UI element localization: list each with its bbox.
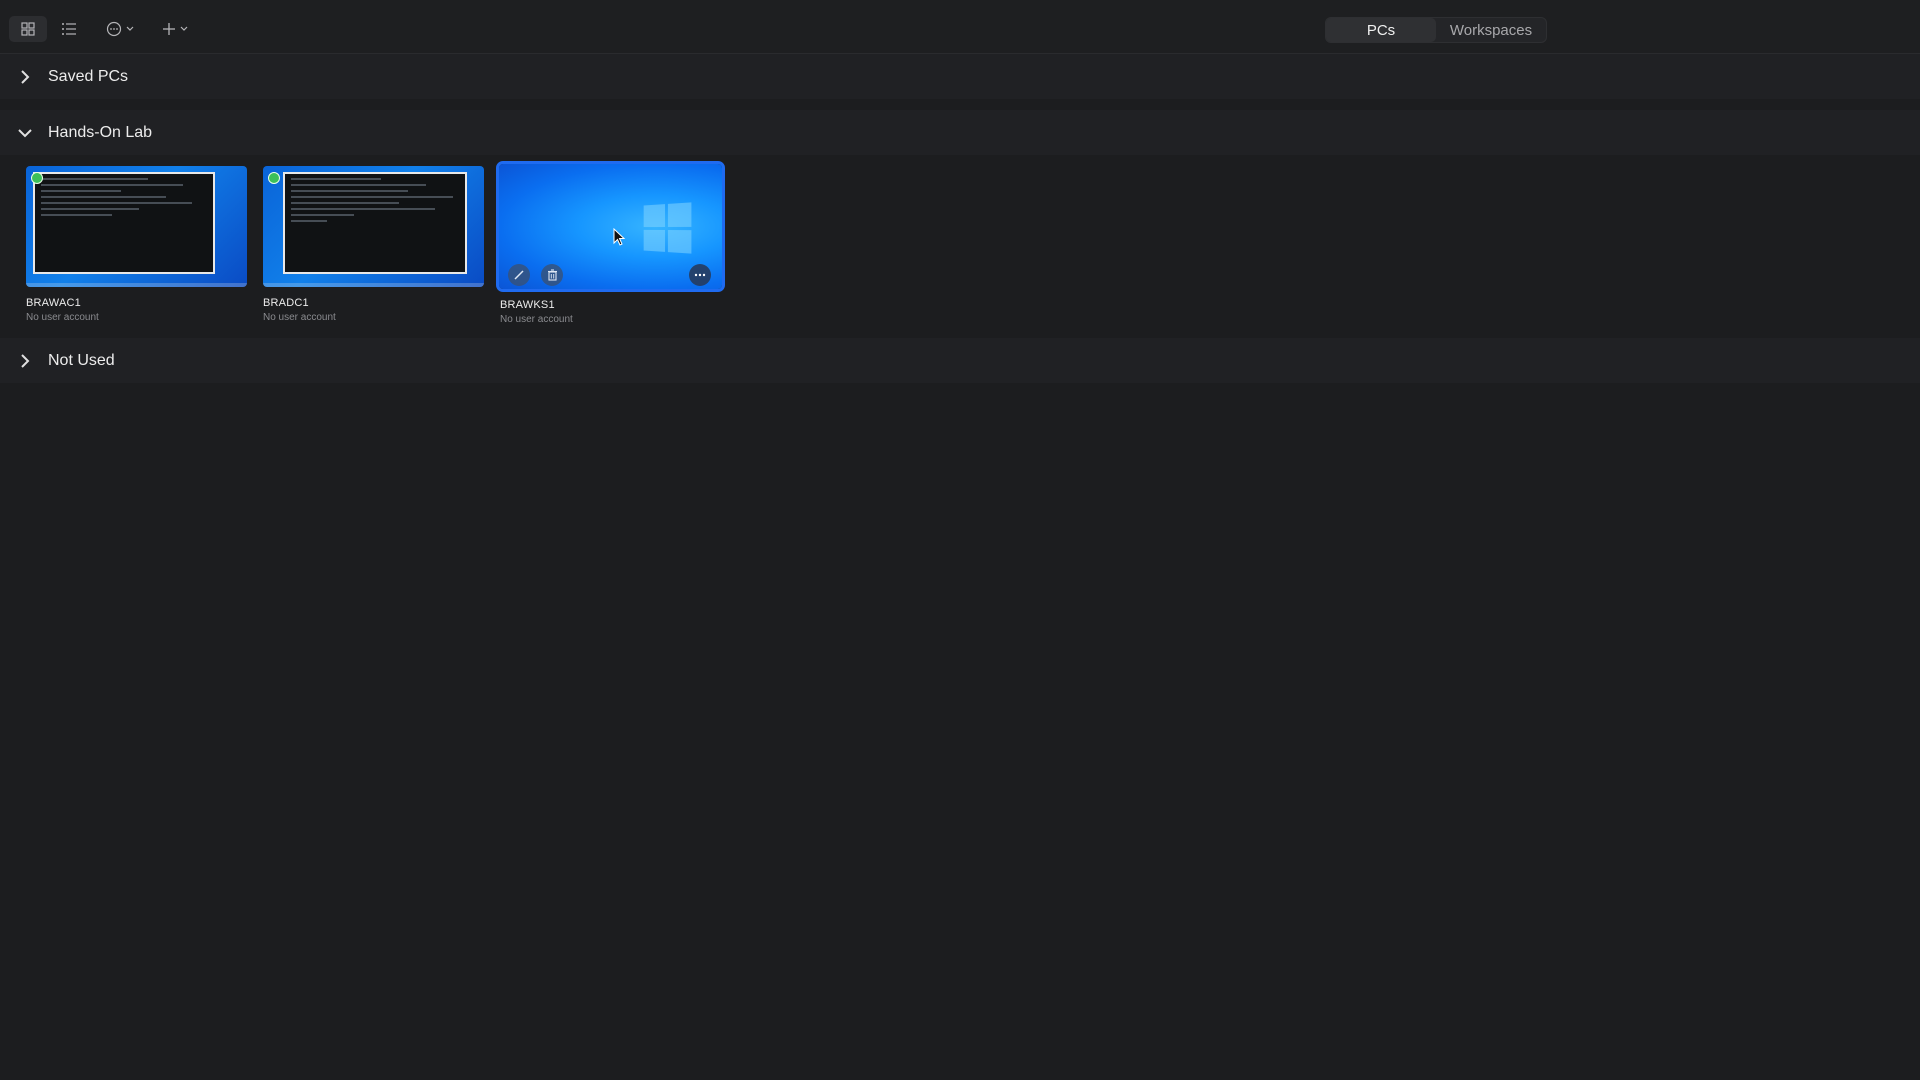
pc-account: No user account — [26, 312, 99, 323]
pc-thumbnail[interactable] — [26, 166, 247, 287]
add-icon — [163, 23, 175, 35]
more-options-icon — [106, 21, 122, 37]
toolbar: PCs Workspaces — [0, 0, 1920, 54]
edit-button[interactable] — [508, 264, 530, 286]
taskbar-preview — [263, 283, 484, 287]
chevron-down-icon — [180, 26, 188, 31]
pc-tile-brawks1[interactable]: BRAWKS1 No user account — [496, 161, 725, 325]
section-title: Not Used — [48, 351, 115, 369]
pc-thumbnail[interactable] — [263, 166, 484, 287]
pc-name: BRAWAC1 — [26, 297, 81, 309]
chevron-right-icon — [18, 353, 32, 368]
pc-thumbnail[interactable] — [496, 161, 725, 292]
pc-name: BRAWKS1 — [500, 299, 555, 311]
pc-account: No user account — [263, 312, 336, 323]
mouse-cursor-icon — [613, 228, 626, 246]
delete-button[interactable] — [541, 264, 563, 286]
view-switcher: PCs Workspaces — [1325, 17, 1547, 43]
pc-tile-bradc1[interactable]: BRADC1 No user account — [263, 166, 484, 323]
tab-pcs[interactable]: PCs — [1326, 18, 1436, 42]
pc-tile-brawac1[interactable]: BRAWAC1 No user account — [26, 166, 247, 323]
status-connected-icon — [268, 172, 280, 184]
grid-view-icon — [21, 22, 35, 36]
section-hands-on-lab[interactable]: Hands-On Lab — [0, 110, 1920, 155]
more-options-button[interactable] — [100, 16, 140, 42]
section-saved-pcs[interactable]: Saved PCs — [0, 54, 1920, 99]
terminal-window-preview — [33, 172, 215, 274]
trash-icon — [547, 269, 557, 281]
grid-view-button[interactable] — [9, 16, 47, 42]
section-not-used[interactable]: Not Used — [0, 338, 1920, 383]
windows-logo-icon — [643, 202, 692, 254]
pencil-icon — [514, 270, 524, 280]
taskbar-preview — [26, 283, 247, 287]
status-connected-icon — [31, 172, 43, 184]
list-view-icon — [62, 23, 76, 35]
pc-account: No user account — [500, 314, 573, 325]
section-title: Saved PCs — [48, 67, 129, 85]
chevron-right-icon — [18, 69, 32, 84]
section-title: Hands-On Lab — [48, 123, 153, 141]
tile-options-button[interactable] — [689, 264, 711, 286]
chevron-down-icon — [18, 126, 32, 140]
ellipsis-icon — [694, 273, 706, 277]
chevron-down-icon — [126, 26, 134, 31]
pc-name: BRADC1 — [263, 297, 309, 309]
tab-workspaces[interactable]: Workspaces — [1436, 18, 1546, 42]
list-view-button[interactable] — [56, 16, 82, 42]
add-button[interactable] — [155, 16, 195, 42]
terminal-window-preview — [283, 172, 467, 274]
